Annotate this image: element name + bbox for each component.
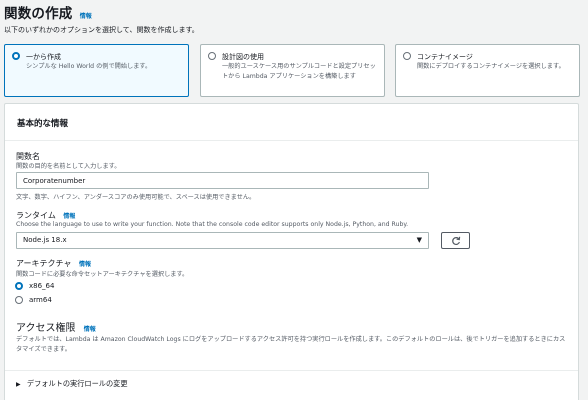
option-title: 一から作成 — [26, 53, 61, 61]
function-name-input[interactable] — [16, 172, 429, 189]
refresh-runtime-button[interactable] — [441, 232, 470, 249]
runtime-select-value: Node.js 18.x — [23, 236, 67, 244]
execution-role-expander[interactable]: ▶ デフォルトの実行ロールの変更 — [5, 370, 578, 397]
option-container-image[interactable]: コンテナイメージ 関数にデプロイするコンテナイメージを選択します。 — [395, 44, 580, 97]
radio-author-from-scratch[interactable] — [12, 52, 20, 60]
architecture-label-row: アーキテクチャ 情報 — [16, 258, 91, 269]
option-author-from-scratch[interactable]: 一から作成 シンプルな Hello World の例で開始します。 — [4, 44, 189, 97]
radio-arm64[interactable] — [15, 296, 23, 304]
option-description: 一般的ユースケース用のサンプルコードと設定プリセットから Lambda アプリケ… — [222, 63, 376, 80]
page-title: 関数の作成 — [4, 6, 73, 22]
function-name-description: 関数の目的を名前として入力します。 — [16, 163, 121, 170]
expander-label: デフォルトの実行ロールの変更 — [26, 379, 128, 388]
architecture-option-label: arm64 — [29, 296, 52, 304]
caret-right-icon: ▶ — [16, 381, 21, 388]
panel-heading: 基本的な情報 — [5, 104, 578, 141]
info-link[interactable]: 情報 — [80, 13, 92, 20]
permissions-heading: アクセス権限 — [16, 323, 76, 334]
runtime-info-link[interactable]: 情報 — [63, 213, 75, 220]
caret-down-icon: ▼ — [416, 236, 422, 244]
refresh-icon — [451, 236, 460, 245]
permissions-heading-row: アクセス権限 情報 — [16, 319, 96, 334]
runtime-description: Choose the language to use to write your… — [16, 221, 409, 228]
basic-info-panel: 基本的な情報 関数名 関数の目的を名前として入力します。 文字、数字、ハイフン、… — [4, 103, 579, 400]
page-header: 関数の作成 情報 — [4, 2, 92, 22]
page-subtitle: 以下のいずれかのオプションを選択して、関数を作成します。 — [4, 26, 199, 34]
option-description: 関数にデプロイするコンテナイメージを選択します。 — [417, 63, 565, 70]
function-name-hint: 文字、数字、ハイフン、アンダースコアのみ使用可能で、スペースは使用できません。 — [16, 194, 256, 201]
permissions-info-link[interactable]: 情報 — [84, 326, 96, 333]
radio-x86-64[interactable] — [15, 282, 23, 290]
radio-use-blueprint[interactable] — [208, 52, 216, 60]
option-description: シンプルな Hello World の例で開始します。 — [26, 63, 152, 70]
option-use-blueprint[interactable]: 設計図の使用 一般的ユースケース用のサンプルコードと設定プリセットから Lamb… — [200, 44, 385, 97]
option-title: コンテナイメージ — [417, 53, 473, 61]
architecture-info-link[interactable]: 情報 — [79, 261, 91, 268]
permissions-description: デフォルトでは、Lambda は Amazon CloudWatch Logs … — [16, 336, 566, 353]
architecture-label: アーキテクチャ — [16, 259, 72, 268]
radio-container-image[interactable] — [403, 52, 411, 60]
runtime-label: ランタイム — [16, 211, 56, 220]
option-title: 設計図の使用 — [222, 53, 264, 61]
runtime-label-row: ランタイム 情報 — [16, 210, 75, 221]
runtime-select[interactable]: Node.js 18.x ▼ — [16, 232, 429, 249]
architecture-option-label: x86_64 — [29, 282, 55, 290]
architecture-description: 関数コードに必要な命令セットアーキテクチャを選択します。 — [16, 271, 189, 278]
